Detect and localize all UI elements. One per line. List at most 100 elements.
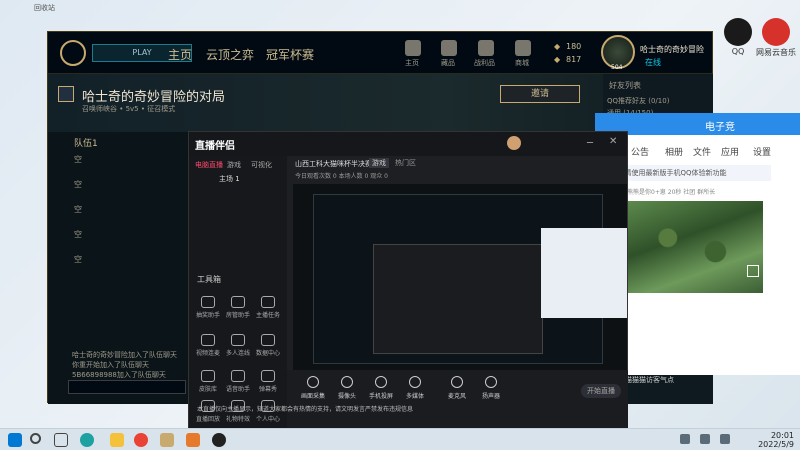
friends-group[interactable]: QQ推荐好友 (0/10) xyxy=(607,96,669,106)
tool-danmu[interactable]: 弹幕秀 xyxy=(255,370,281,393)
stream-preview[interactable] xyxy=(293,184,627,370)
profile-level: 504 xyxy=(611,64,623,71)
tool-task[interactable]: 主播任务 xyxy=(255,296,281,319)
task-icon xyxy=(261,296,275,308)
lol-logo-icon[interactable] xyxy=(60,40,86,66)
zb-avatar[interactable] xyxy=(507,136,521,150)
video-icon xyxy=(201,334,215,346)
start-stream-button[interactable]: 开始直播 xyxy=(581,384,621,398)
qq-desktop-icon[interactable] xyxy=(724,18,752,46)
tray-icon[interactable] xyxy=(720,434,730,444)
tool-label: 抽奖助手 xyxy=(195,312,220,319)
lol-nav-bar: PLAY 主页 云顶之弈 冠军杯赛 主页 藏品 战利品 商城 ◆ 180 ◆ 8… xyxy=(48,32,712,74)
nav-tft-tab[interactable]: 云顶之弈 xyxy=(206,46,254,63)
preview-nested-zb xyxy=(373,244,543,354)
zb-tab-pc[interactable]: 电脑直播 xyxy=(195,160,223,170)
team-slot[interactable]: 空 xyxy=(74,204,82,215)
obs-taskbar-icon[interactable] xyxy=(212,433,226,447)
team-slot[interactable]: 空 xyxy=(74,254,82,265)
loot-icon[interactable] xyxy=(478,40,494,56)
tool-voice[interactable]: 语音助手 xyxy=(225,370,251,393)
chat-input[interactable] xyxy=(68,380,186,394)
tool-admin[interactable]: 房管助手 xyxy=(225,296,251,319)
team-slot[interactable]: 空 xyxy=(74,154,82,165)
speaker-icon xyxy=(485,376,497,388)
taskbar: 20:01 2022/5/9 xyxy=(0,428,800,450)
zb-tab-game[interactable]: 游戏 xyxy=(227,160,241,170)
zb-app-name: 直播伴侣 xyxy=(195,141,235,152)
qq-tab-settings[interactable]: 设置 xyxy=(753,145,771,158)
nav-home-tab[interactable]: 主页 xyxy=(168,46,192,63)
camera-icon xyxy=(341,376,353,388)
tool-label: 皮肤库 xyxy=(198,386,217,393)
zb-close-icon[interactable]: ✕ xyxy=(609,136,617,147)
app-taskbar-icon[interactable] xyxy=(186,433,200,447)
recycle-bin-label: 回收站 xyxy=(34,4,55,12)
qq-footer-text: 猫猫猫访客气点 xyxy=(625,376,674,384)
store-label: 商城 xyxy=(515,59,529,67)
tool-label: 多人连线 xyxy=(225,350,250,357)
team-slot[interactable]: 空 xyxy=(74,179,82,190)
explorer-icon[interactable] xyxy=(110,433,124,447)
qq-shared-image[interactable] xyxy=(627,201,763,293)
zb-left-panel: 电脑直播 游戏 可视化 主场 1 工具箱 抽奖助手 房管助手 主播任务 视频连麦… xyxy=(189,156,287,431)
lol-taskbar-icon[interactable] xyxy=(160,433,174,447)
zb-minimize-icon[interactable]: ─ xyxy=(587,138,593,149)
zb-scene-item[interactable]: 主场 1 xyxy=(219,174,240,184)
mic-icon xyxy=(451,376,463,388)
lobby-title: 哈士奇的奇妙冒险的对局 xyxy=(82,90,226,105)
taskbar-clock[interactable]: 20:01 2022/5/9 xyxy=(758,431,794,449)
chrome-icon[interactable] xyxy=(134,433,148,447)
tool-label: 主播任务 xyxy=(255,312,280,319)
btn-label: 扬声器 xyxy=(481,393,500,400)
btn-label: 多媒体 xyxy=(405,393,424,400)
store-icon[interactable] xyxy=(515,40,531,56)
tool-label: 房管助手 xyxy=(225,312,250,319)
tool-video-link[interactable]: 视频连麦 xyxy=(195,334,221,357)
tool-multi-link[interactable]: 多人连线 xyxy=(225,334,251,357)
download-icon[interactable] xyxy=(747,265,759,277)
edge-icon[interactable] xyxy=(80,433,94,447)
nav-clash-tab[interactable]: 冠军杯赛 xyxy=(266,46,314,63)
danmu-icon xyxy=(261,370,275,382)
tray-icon[interactable] xyxy=(700,434,710,444)
user-icon xyxy=(231,296,245,308)
collection-icon[interactable] xyxy=(441,40,457,56)
gift-icon xyxy=(201,296,215,308)
zb-tab-visual[interactable]: 可视化 xyxy=(251,160,272,170)
qq-tab-apps[interactable]: 应用 xyxy=(721,145,739,158)
home-icon[interactable] xyxy=(405,40,421,56)
tool-label: 语音助手 xyxy=(225,386,250,393)
zb-window[interactable]: 直播伴侣 ─ ✕ 电脑直播 游戏 可视化 主场 1 工具箱 抽奖助手 房管助手 … xyxy=(188,131,628,431)
team-header: 队伍1 xyxy=(74,139,98,149)
btn-speaker[interactable]: 扬声器 xyxy=(471,376,511,400)
tool-data[interactable]: 数据中心 xyxy=(255,334,281,357)
qq-tab-album[interactable]: 相册 xyxy=(665,145,683,158)
tool-lottery[interactable]: 抽奖助手 xyxy=(195,296,221,319)
tool-skins[interactable]: 皮肤库 xyxy=(195,370,221,393)
room-sub[interactable]: 热门区 xyxy=(395,158,416,168)
qq-member-line: 熊熊是你0+崽 20秒 社团 群所长 xyxy=(627,189,716,196)
qq-tab-notice[interactable]: 公告 xyxy=(631,145,649,158)
tray-icon[interactable] xyxy=(680,434,690,444)
be-icon: ◆ xyxy=(554,42,561,51)
phone-icon xyxy=(375,376,387,388)
tool-label: 个人中心 xyxy=(255,416,280,423)
task-view-icon[interactable] xyxy=(54,433,68,447)
tool-label: 礼物特效 xyxy=(225,416,250,423)
tool-label: 直播回放 xyxy=(195,416,220,423)
clock-time: 20:01 xyxy=(770,431,794,440)
qq-tab-files[interactable]: 文件 xyxy=(693,145,711,158)
rp-amount: 817 xyxy=(566,55,582,64)
search-icon[interactable] xyxy=(30,433,41,444)
room-stats: 今日观看次数 0 本场人数 0 观众 0 xyxy=(295,173,388,180)
chart-icon xyxy=(261,334,275,346)
tool-label: 视频连麦 xyxy=(195,350,220,357)
room-tag[interactable]: 游戏 xyxy=(369,158,389,168)
team-slot[interactable]: 空 xyxy=(74,229,82,240)
zb-warning-text: 本直播仅向主播显示，知道大家都会有热情的支持，请文明发言严禁发布违规信息 xyxy=(197,406,414,413)
btn-media[interactable]: 多媒体 xyxy=(395,376,435,400)
invite-button[interactable]: 邀请 xyxy=(500,85,580,103)
start-icon[interactable] xyxy=(8,433,22,447)
netease-music-icon[interactable] xyxy=(762,18,790,46)
